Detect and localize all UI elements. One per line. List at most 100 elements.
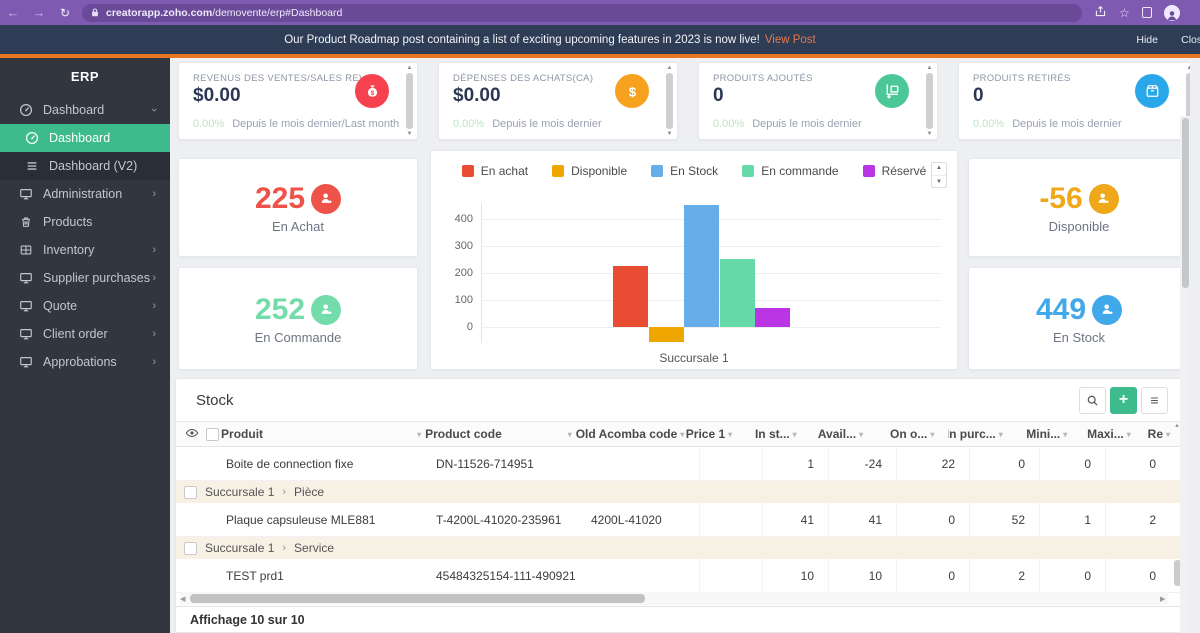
kpi-card-4: PRODUITS RETIRÉS 0 0.00% Depuis le mois der…	[958, 62, 1190, 140]
bar-en-achat[interactable]	[613, 265, 648, 327]
sidebar: ERP Dashboard › Dashboard Dashboard (V2) Adm…	[0, 58, 170, 633]
column-header-product-code[interactable]: Product code ▾	[425, 422, 576, 446]
view-post-link[interactable]: View Post	[765, 34, 816, 46]
sidebar-item-dashboard[interactable]: Dashboard ›	[0, 96, 170, 124]
avatar[interactable]	[1163, 4, 1180, 21]
sidebar-item-label: Administration	[43, 187, 123, 201]
search-button[interactable]	[1079, 386, 1106, 414]
widget-scrollbar[interactable]: ▲▼	[664, 65, 675, 137]
column-header-maxi-[interactable]: Maxi... ▾	[1081, 422, 1145, 446]
column-header-mini-[interactable]: Mini... ▾	[1017, 422, 1082, 446]
up-arrow-icon: ▲	[936, 165, 942, 171]
chart-scroll-spinner[interactable]: ▲ ▼	[931, 162, 947, 188]
sort-caret-icon: ▾	[1126, 429, 1131, 439]
sidebar-item-products[interactable]: Products	[0, 208, 170, 236]
eye-icon[interactable]	[185, 426, 199, 443]
sidebar-item-approbations[interactable]: Approbations ›	[0, 348, 170, 376]
sort-caret-icon: ▾	[859, 429, 864, 439]
gridline	[481, 326, 941, 328]
stat-label: En Achat	[271, 218, 325, 234]
bookmark-star-icon[interactable]: ☆	[1119, 6, 1130, 20]
sidebar-item-quote[interactable]: Quote ›	[0, 292, 170, 320]
cell: 0	[969, 447, 1039, 480]
cell: TEST prd1	[226, 568, 284, 583]
legend-item-en-commande[interactable]: En commande	[742, 164, 839, 178]
group-checkbox[interactable]	[184, 485, 197, 499]
sidebar-item-dashboard-v2-[interactable]: Dashboard (V2)	[0, 152, 170, 180]
kpi-delta: 0.00%	[713, 118, 745, 130]
group-checkbox[interactable]	[184, 541, 197, 555]
bar-en-commande[interactable]	[719, 258, 755, 327]
legend-item-disponible[interactable]: Disponible	[552, 164, 627, 178]
column-header-avail-[interactable]: Avail... ▾	[811, 422, 877, 446]
chevron-right-icon: ›	[152, 188, 156, 200]
stat-card-en-stock: 449 En Stock	[968, 267, 1190, 370]
legend-swatch	[552, 165, 565, 177]
page-scrollbar[interactable]	[1180, 116, 1190, 633]
legend-item-en-achat[interactable]: En achat	[461, 164, 528, 178]
kpi-label: PRODUITS AJOUTÉS	[713, 73, 813, 84]
search-icon	[1087, 395, 1098, 405]
sort-caret-icon: ▾	[792, 429, 797, 439]
stat-value: -56	[1039, 181, 1083, 215]
column-header-in-purc-[interactable]: In purc... ▾	[948, 422, 1016, 446]
cell: 4200L-41020	[591, 512, 662, 527]
monitor-icon	[18, 187, 33, 202]
horizontal-scrollbar[interactable]: ◀ ▶	[180, 592, 1168, 605]
add-record-button[interactable]: +	[1110, 386, 1137, 414]
column-header-on-o-[interactable]: On o... ▾	[877, 422, 948, 446]
hide-button[interactable]: Hide	[1136, 34, 1158, 46]
sidebar-item-dashboard[interactable]: Dashboard	[0, 124, 170, 152]
table-menu-button[interactable]: ≡	[1141, 386, 1168, 414]
legend-label: Disponible	[571, 164, 628, 178]
cell: 2	[1105, 503, 1170, 536]
forward-icon[interactable]: →	[26, 5, 52, 20]
sidebar-item-client-order[interactable]: Client order ›	[0, 320, 170, 348]
group-location: Succursale 1	[205, 541, 275, 555]
svg-text:$: $	[370, 89, 374, 96]
column-header-produit[interactable]: Produit ▾	[221, 422, 425, 446]
share-icon[interactable]	[1094, 5, 1107, 21]
back-icon[interactable]: ←	[0, 5, 26, 20]
scrollbar-thumb[interactable]	[1181, 118, 1189, 288]
bar-disponible[interactable]	[648, 326, 684, 342]
sidebar-item-label: Dashboard	[49, 131, 111, 145]
bar-en-stock[interactable]	[684, 205, 719, 327]
close-button[interactable]: Close	[1181, 34, 1200, 46]
cell: 2	[969, 559, 1039, 592]
stat-card-disponible: -56 Disponible	[968, 158, 1190, 257]
group-row-service[interactable]: Succursale 1 › Service	[176, 537, 1184, 559]
svg-text:$: $	[628, 84, 636, 99]
sidebar-item-administration[interactable]: Administration ›	[0, 180, 170, 208]
widget-scrollbar[interactable]: ▲▼	[924, 65, 935, 137]
column-header-price-1[interactable]: Price 1 ▾	[685, 422, 747, 446]
column-header-old-acomba-code[interactable]: Old Acomba code ▾	[576, 422, 685, 446]
stat-value: 252	[254, 292, 306, 326]
chevron-right-icon: ›	[152, 272, 156, 284]
cell: 1	[762, 447, 828, 480]
app-window: ← → ↻ creatorapp.zoho.com/demovente/erp#…	[0, 0, 1200, 633]
sidebar-item-supplier-purchases[interactable]: Supplier purchases ›	[0, 264, 170, 292]
chevron-right-icon: ›	[282, 486, 287, 498]
kpi-card-2: DÉPENSES DES ACHATS(CA) $0.00 0.00% Depuis …	[438, 62, 678, 140]
side-panel-icon[interactable]	[1141, 7, 1152, 18]
y-tick-label: 200	[454, 266, 473, 279]
reload-icon[interactable]: ↻	[52, 6, 78, 20]
cell: 52	[969, 503, 1039, 536]
bar-r-serv-[interactable]	[755, 307, 790, 327]
group-row-pi-ce[interactable]: Succursale 1 › Pièce	[176, 481, 1184, 503]
widget-scrollbar[interactable]: ▲▼	[404, 65, 415, 137]
chevron-right-icon: ›	[152, 356, 156, 368]
address-bar[interactable]: creatorapp.zoho.com/demovente/erp#Dashbo…	[82, 3, 1082, 22]
column-header-in-st-[interactable]: In st... ▾	[746, 422, 811, 446]
grid-icon	[18, 243, 33, 258]
table-row[interactable]: TEST prd1 45484325154-111-490921 10 10 0 2 0 0	[176, 559, 1184, 593]
cell: 0	[1039, 447, 1105, 480]
scrollbar-thumb[interactable]	[190, 594, 645, 603]
select-all-checkbox[interactable]	[206, 427, 219, 441]
sidebar-item-inventory[interactable]: Inventory ›	[0, 236, 170, 264]
legend-item-en-stock[interactable]: En Stock	[651, 164, 718, 178]
table-row[interactable]: Boite de connection fixe DN-11526-714951 1…	[176, 447, 1184, 481]
table-row[interactable]: Plaque capsuleuse MLE881 T-4200L-41020-23…	[176, 503, 1184, 537]
legend-item-r-serv-[interactable]: Réservé	[862, 164, 926, 178]
